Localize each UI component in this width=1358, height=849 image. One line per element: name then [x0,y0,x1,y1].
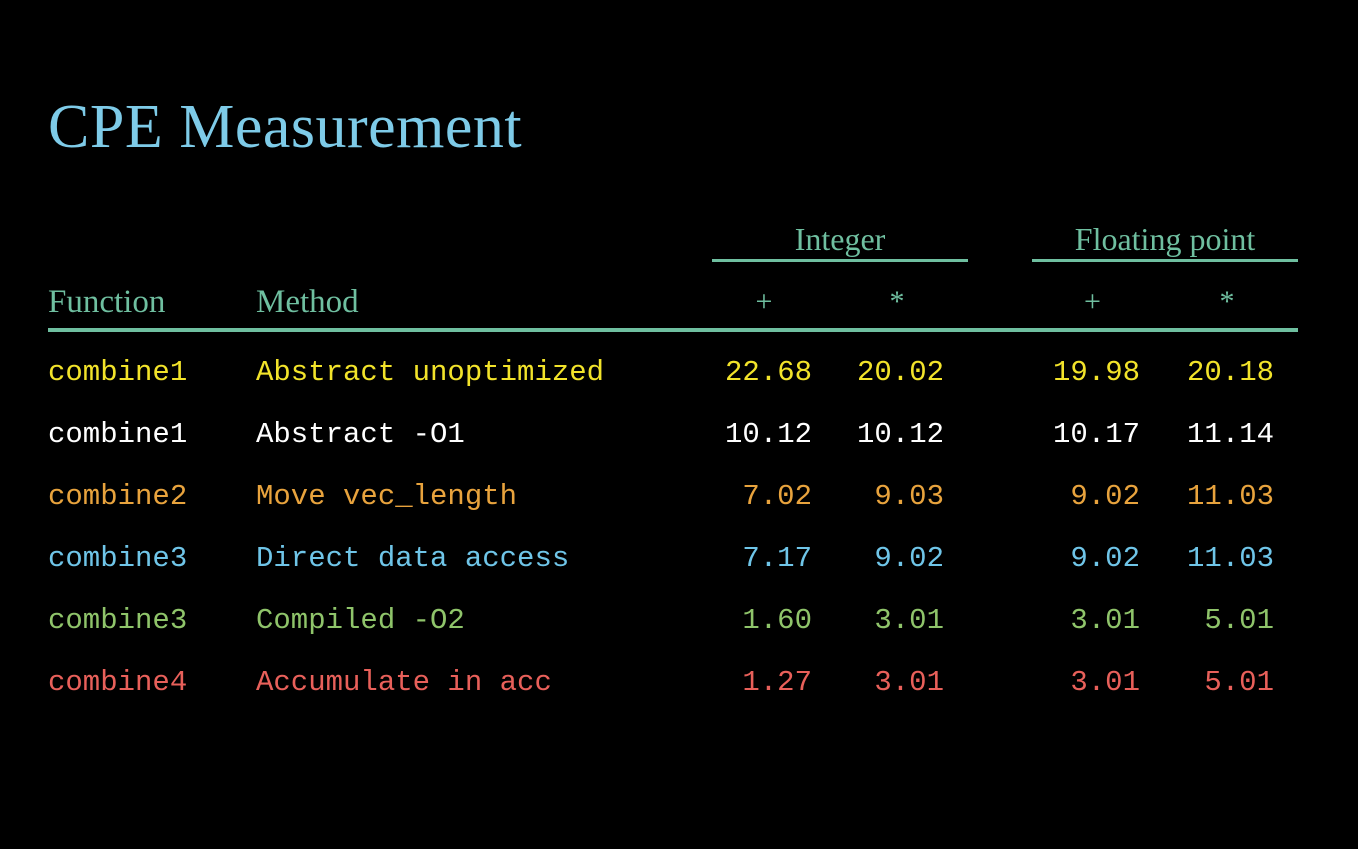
column-header-row: Function Method + * + * [48,262,1298,328]
table-row: combine4 Accumulate in acc 1.27 3.01 3.0… [48,658,1298,720]
table-row: combine3 Direct data access 7.17 9.02 9.… [48,534,1298,596]
cell-integer-times: 9.02 [874,542,944,575]
column-header-method: Method [256,284,359,320]
cell-integer-times: 3.01 [874,604,944,637]
group-header-row: Integer Floating point [48,208,1298,262]
table-row: combine1 Abstract unoptimized 22.68 20.0… [48,348,1298,410]
cell-integer-plus: 7.17 [742,542,812,575]
cell-float-times: 11.03 [1186,542,1274,575]
cell-integer-times: 9.03 [874,480,944,513]
cell-integer-times: 10.12 [856,418,944,451]
column-header-function: Function [48,284,166,320]
cell-function: combine1 [48,356,188,389]
cell-function: combine3 [48,604,188,637]
group-header-integer: Integer [794,221,886,257]
header-rule [48,328,1298,332]
cell-function: combine4 [48,666,188,699]
cell-integer-plus: 7.02 [742,480,812,513]
group-header-floating-point: Floating point [1074,221,1256,257]
cell-integer-plus: 1.60 [742,604,812,637]
column-header-float-times: * [1219,285,1235,318]
cell-integer-times: 20.02 [856,356,944,389]
cell-float-times: 11.14 [1186,418,1274,451]
column-header-integer-plus: + [755,285,773,318]
cpe-measurement-table: Integer Floating point Function Method +… [48,208,1298,720]
cell-float-plus: 10.17 [1052,418,1140,451]
cell-method: Direct data access [256,542,570,575]
cell-integer-plus: 1.27 [742,666,812,699]
table-row: combine1 Abstract -O1 10.12 10.12 10.17 … [48,410,1298,472]
page-title: CPE Measurement [48,93,523,161]
cell-method: Abstract unoptimized [256,356,605,389]
cell-float-times: 11.03 [1186,480,1274,513]
table-row: combine3 Compiled -O2 1.60 3.01 3.01 5.0… [48,596,1298,658]
cell-function: combine3 [48,542,188,575]
cell-method: Accumulate in acc [256,666,552,699]
cell-float-times: 5.01 [1204,604,1274,637]
column-header-float-plus: + [1084,285,1101,318]
table-row: combine2 Move vec_length 7.02 9.03 9.02 … [48,472,1298,534]
cell-method: Move vec_length [256,480,518,513]
cell-float-plus: 3.01 [1070,604,1140,637]
column-header-integer-times: * [889,285,905,318]
cell-integer-plus: 22.68 [724,356,812,389]
cell-integer-plus: 10.12 [724,418,812,451]
cell-function: combine1 [48,418,188,451]
cell-function: combine2 [48,480,188,513]
cell-float-plus: 9.02 [1070,542,1140,575]
slide: CPE Measurement Integer Floating point F… [0,0,1358,849]
cell-integer-times: 3.01 [874,666,944,699]
cell-method: Abstract -O1 [256,418,465,451]
cell-float-plus: 19.98 [1052,356,1140,389]
cell-method: Compiled -O2 [256,604,465,637]
cell-float-plus: 3.01 [1070,666,1140,699]
cell-float-times: 5.01 [1204,666,1274,699]
cell-float-times: 20.18 [1186,356,1274,389]
cell-float-plus: 9.02 [1070,480,1140,513]
